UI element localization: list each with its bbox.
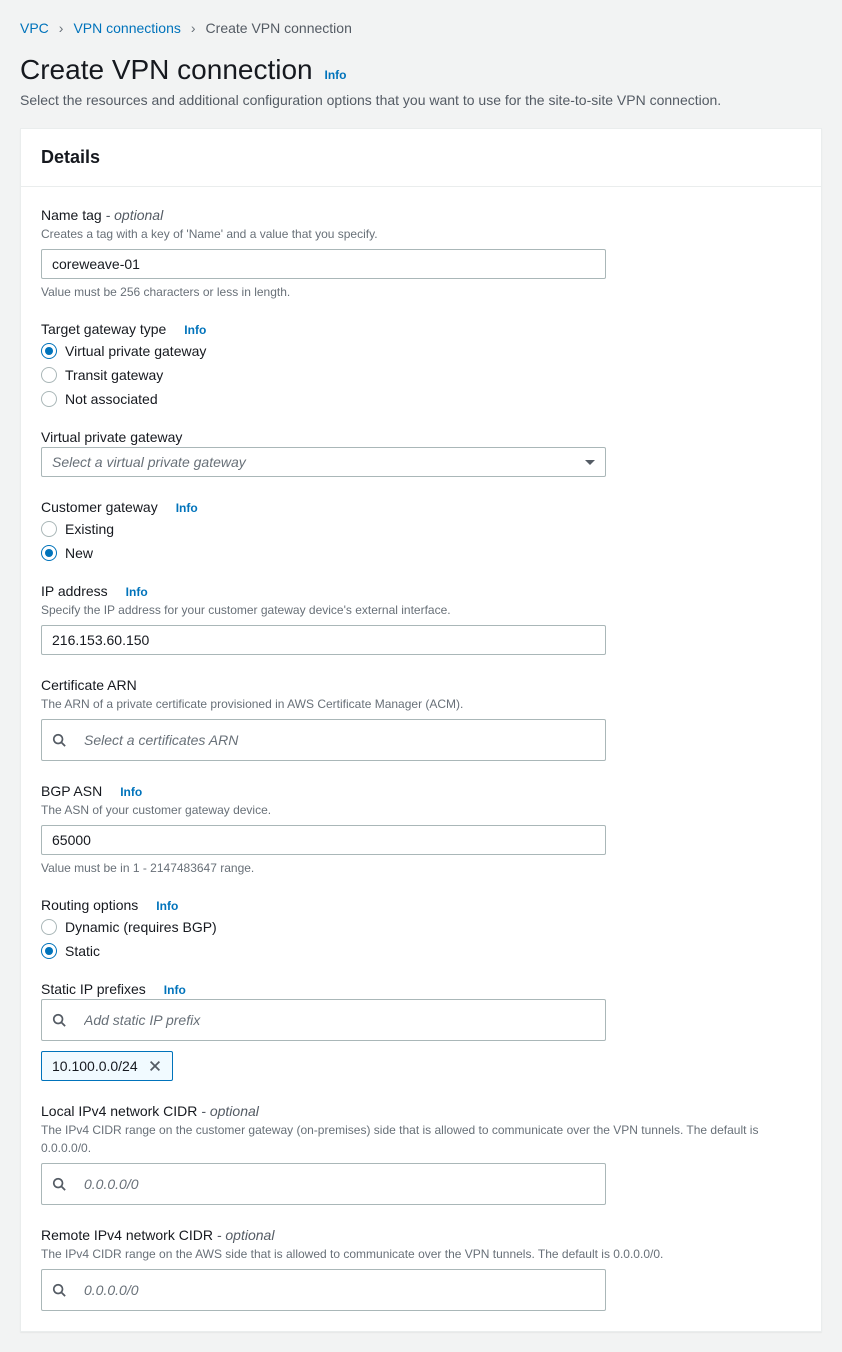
- breadcrumb-link-vpc[interactable]: VPC: [20, 20, 49, 36]
- field-vpg: Virtual private gateway Select a virtual…: [41, 429, 801, 477]
- search-icon: [52, 733, 66, 747]
- panel-title: Details: [41, 147, 801, 168]
- radio-new[interactable]: New: [41, 545, 801, 561]
- field-bgp-asn: BGP ASN Info The ASN of your customer ga…: [41, 783, 801, 875]
- hint-bgp-asn: Value must be in 1 - 2147483647 range.: [41, 861, 801, 875]
- label-vpg: Virtual private gateway: [41, 429, 182, 445]
- breadcrumb: VPC › VPN connections › Create VPN conne…: [20, 20, 822, 36]
- info-link-target-gateway[interactable]: Info: [184, 323, 206, 337]
- input-bgp-asn[interactable]: [41, 825, 606, 855]
- radio-group-target-gateway: Virtual private gateway Transit gateway …: [41, 343, 801, 407]
- radio-icon: [41, 545, 57, 561]
- close-icon: [148, 1059, 162, 1073]
- label-static-prefixes: Static IP prefixes: [41, 981, 146, 997]
- panel-header: Details: [21, 129, 821, 187]
- radio-icon: [41, 919, 57, 935]
- radio-dynamic[interactable]: Dynamic (requires BGP): [41, 919, 801, 935]
- input-static-prefixes[interactable]: [74, 1006, 595, 1034]
- field-certificate-arn: Certificate ARN The ARN of a private cer…: [41, 677, 801, 761]
- radio-icon: [41, 391, 57, 407]
- breadcrumb-link-vpn-connections[interactable]: VPN connections: [73, 20, 180, 36]
- info-link-routing-options[interactable]: Info: [156, 899, 178, 913]
- token-label: 10.100.0.0/24: [52, 1058, 138, 1074]
- radio-virtual-private-gateway[interactable]: Virtual private gateway: [41, 343, 801, 359]
- input-wrapper-local-cidr[interactable]: [41, 1163, 606, 1205]
- field-name-tag: Name tag - optional Creates a tag with a…: [41, 207, 801, 299]
- chevron-right-icon: ›: [59, 20, 64, 36]
- search-icon: [52, 1177, 66, 1191]
- radio-group-customer-gateway: Existing New: [41, 521, 801, 561]
- token-static-prefix: 10.100.0.0/24: [41, 1051, 173, 1081]
- label-remote-cidr: Remote IPv4 network CIDR - optional: [41, 1227, 274, 1243]
- input-wrapper-remote-cidr[interactable]: [41, 1269, 606, 1311]
- breadcrumb-current: Create VPN connection: [206, 20, 352, 36]
- input-name-tag[interactable]: [41, 249, 606, 279]
- label-certificate-arn: Certificate ARN: [41, 677, 137, 693]
- label-customer-gateway: Customer gateway: [41, 499, 158, 515]
- details-panel: Details Name tag - optional Creates a ta…: [20, 128, 822, 1332]
- input-remote-cidr[interactable]: [74, 1276, 595, 1304]
- token-remove-button[interactable]: [148, 1059, 162, 1073]
- input-local-cidr[interactable]: [74, 1170, 595, 1198]
- select-placeholder: Select a virtual private gateway: [52, 454, 246, 470]
- radio-icon: [41, 367, 57, 383]
- page-title: Create VPN connection: [20, 54, 313, 85]
- field-remote-cidr: Remote IPv4 network CIDR - optional The …: [41, 1227, 801, 1311]
- page-subtitle: Select the resources and additional conf…: [20, 92, 822, 108]
- page-header: Create VPN connection Info Select the re…: [20, 54, 822, 108]
- label-bgp-asn: BGP ASN: [41, 783, 102, 799]
- field-target-gateway-type: Target gateway type Info Virtual private…: [41, 321, 801, 407]
- field-ip-address: IP address Info Specify the IP address f…: [41, 583, 801, 655]
- info-link-bgp-asn[interactable]: Info: [120, 785, 142, 799]
- label-routing-options: Routing options: [41, 897, 138, 913]
- field-local-cidr: Local IPv4 network CIDR - optional The I…: [41, 1103, 801, 1205]
- select-vpg[interactable]: Select a virtual private gateway: [41, 447, 606, 477]
- radio-icon: [41, 943, 57, 959]
- label-target-gateway-type: Target gateway type: [41, 321, 166, 337]
- radio-transit-gateway[interactable]: Transit gateway: [41, 367, 801, 383]
- input-certificate-arn[interactable]: [74, 726, 595, 754]
- field-static-prefixes: Static IP prefixes Info 10.100.0.0/24: [41, 981, 801, 1081]
- desc-certificate-arn: The ARN of a private certificate provisi…: [41, 695, 801, 713]
- info-link-ip-address[interactable]: Info: [126, 585, 148, 599]
- field-customer-gateway: Customer gateway Info Existing New: [41, 499, 801, 561]
- label-name-tag: Name tag - optional: [41, 207, 163, 223]
- desc-ip-address: Specify the IP address for your customer…: [41, 601, 801, 619]
- radio-existing[interactable]: Existing: [41, 521, 801, 537]
- radio-static[interactable]: Static: [41, 943, 801, 959]
- input-wrapper-static-prefixes[interactable]: [41, 999, 606, 1041]
- desc-bgp-asn: The ASN of your customer gateway device.: [41, 801, 801, 819]
- info-link-static-prefixes[interactable]: Info: [164, 983, 186, 997]
- info-link-header[interactable]: Info: [325, 68, 347, 82]
- search-icon: [52, 1013, 66, 1027]
- label-local-cidr: Local IPv4 network CIDR - optional: [41, 1103, 259, 1119]
- desc-remote-cidr: The IPv4 CIDR range on the AWS side that…: [41, 1245, 801, 1263]
- radio-group-routing-options: Dynamic (requires BGP) Static: [41, 919, 801, 959]
- hint-name-tag: Value must be 256 characters or less in …: [41, 285, 801, 299]
- info-link-customer-gateway[interactable]: Info: [176, 501, 198, 515]
- radio-icon: [41, 521, 57, 537]
- radio-icon: [41, 343, 57, 359]
- label-ip-address: IP address: [41, 583, 108, 599]
- radio-not-associated[interactable]: Not associated: [41, 391, 801, 407]
- desc-name-tag: Creates a tag with a key of 'Name' and a…: [41, 225, 801, 243]
- search-icon: [52, 1283, 66, 1297]
- field-routing-options: Routing options Info Dynamic (requires B…: [41, 897, 801, 959]
- chevron-down-icon: [585, 460, 595, 465]
- input-ip-address[interactable]: [41, 625, 606, 655]
- select-certificate-arn[interactable]: [41, 719, 606, 761]
- chevron-right-icon: ›: [191, 20, 196, 36]
- desc-local-cidr: The IPv4 CIDR range on the customer gate…: [41, 1121, 801, 1157]
- panel-body: Name tag - optional Creates a tag with a…: [21, 187, 821, 1331]
